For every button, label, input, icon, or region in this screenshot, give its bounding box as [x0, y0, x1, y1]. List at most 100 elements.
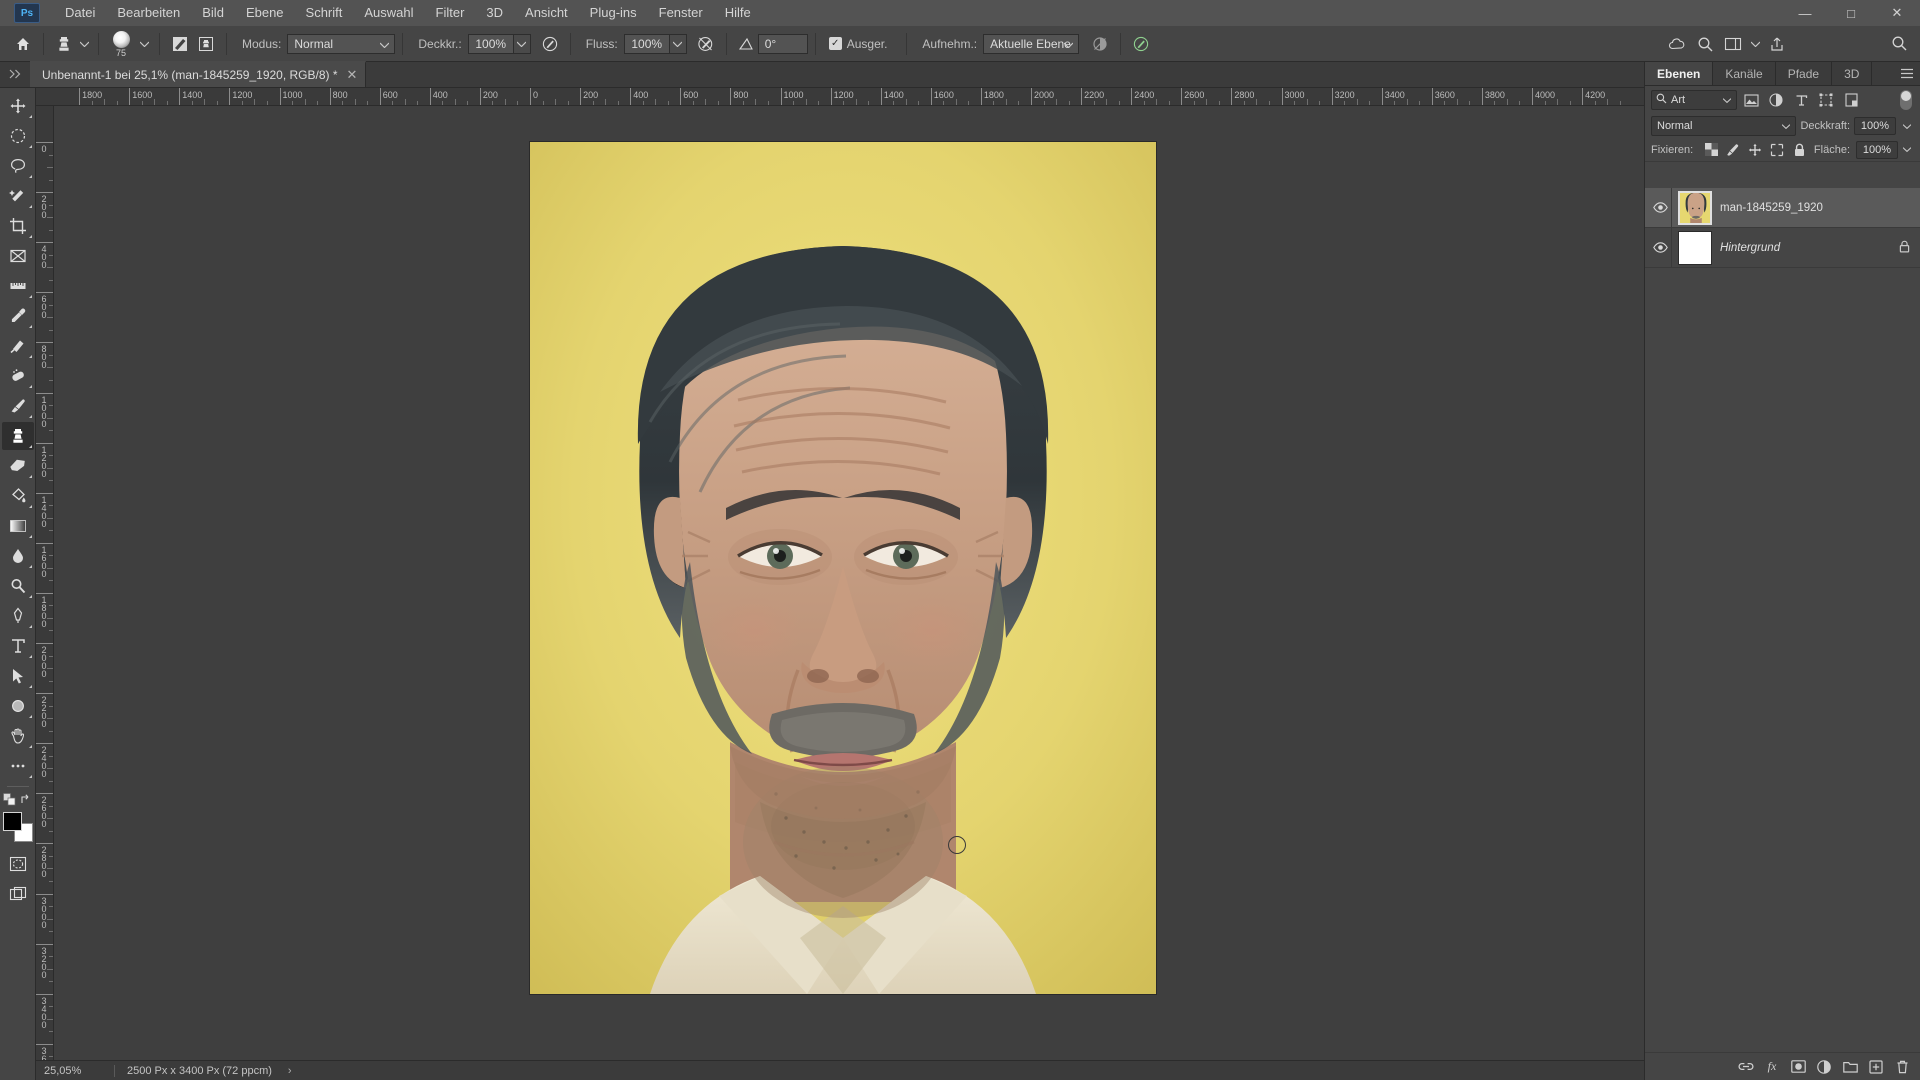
vertical-ruler[interactable]: 0 2 0 0 4 0 0 6 0 0 8 0 0 1 0 0 0 1 2 0 0 1 4 0…: [36, 106, 54, 1060]
pressure-opacity-icon[interactable]: [537, 31, 563, 57]
opacity-stepper[interactable]: [513, 33, 531, 54]
tool-pen[interactable]: [2, 602, 34, 630]
brush-preset-chevron-icon[interactable]: [136, 41, 152, 47]
tool-ruler[interactable]: [2, 272, 34, 300]
close-button[interactable]: ✕: [1874, 0, 1920, 26]
search-icon[interactable]: [1692, 31, 1718, 57]
tool-lasso[interactable]: [2, 152, 34, 180]
search-icon[interactable]: [1886, 31, 1912, 57]
filter-adjustment-icon[interactable]: [1765, 89, 1787, 111]
tool-shape[interactable]: [2, 692, 34, 720]
filter-enable-toggle[interactable]: [1900, 90, 1912, 110]
status-expand-icon[interactable]: ›: [272, 1065, 292, 1077]
tool-magic-wand[interactable]: [2, 182, 34, 210]
flow-input[interactable]: 100%: [623, 33, 670, 54]
layer-fill-stepper[interactable]: [1900, 147, 1914, 152]
tool-healing-brush[interactable]: [2, 332, 34, 360]
menu-schrift[interactable]: Schrift: [295, 0, 354, 26]
panel-menu-icon[interactable]: [1894, 62, 1920, 85]
delete-layer-icon[interactable]: [1890, 1055, 1914, 1079]
brush-panel-icon[interactable]: [167, 31, 193, 57]
tab-ebenen[interactable]: Ebenen: [1645, 62, 1714, 85]
quick-mask-icon[interactable]: [2, 850, 34, 878]
tool-paint-bucket[interactable]: [2, 482, 34, 510]
layer-opacity-stepper[interactable]: [1900, 123, 1914, 129]
pressure-size-icon[interactable]: [1128, 31, 1154, 57]
share-icon[interactable]: [1764, 31, 1790, 57]
mode-select[interactable]: Normal: [287, 33, 396, 54]
flow-stepper[interactable]: [669, 33, 687, 54]
layer-blend-mode-select[interactable]: Normal: [1651, 116, 1797, 136]
menu-filter[interactable]: Filter: [425, 0, 476, 26]
maximize-button[interactable]: □: [1828, 0, 1874, 26]
layer-row[interactable]: man-1845259_1920: [1645, 187, 1920, 228]
add-layer-mask-icon[interactable]: [1786, 1055, 1810, 1079]
tool-crop[interactable]: [2, 212, 34, 240]
default-colors-icon[interactable]: [2, 793, 16, 809]
menu-hilfe[interactable]: Hilfe: [714, 0, 762, 26]
layer-thumbnail[interactable]: [1678, 230, 1712, 265]
filter-shape-icon[interactable]: [1815, 89, 1837, 111]
menu-ansicht[interactable]: Ansicht: [514, 0, 579, 26]
tool-blur[interactable]: [2, 542, 34, 570]
tab-3d[interactable]: 3D: [1832, 62, 1873, 85]
tool-gradient[interactable]: [2, 512, 34, 540]
filter-smartobject-icon[interactable]: [1840, 89, 1862, 111]
ignore-adjustment-layers-icon[interactable]: [1087, 31, 1113, 57]
tool-dodge[interactable]: [2, 572, 34, 600]
cloud-icon[interactable]: [1664, 31, 1690, 57]
angle-icon[interactable]: [734, 37, 758, 51]
tool-frame[interactable]: [2, 242, 34, 270]
clone-stamp-icon[interactable]: [51, 31, 77, 57]
menu-3d[interactable]: 3D: [475, 0, 514, 26]
screen-mode-icon[interactable]: [2, 880, 34, 908]
tool-marquee[interactable]: [2, 122, 34, 150]
layer-fill-input[interactable]: 100%: [1856, 140, 1898, 159]
horizontal-ruler[interactable]: 1800 1600 1400 1200 1000 800 600 400 200 0 200 400 6…: [36, 88, 1644, 106]
filter-kind-select[interactable]: Art: [1651, 90, 1737, 110]
new-group-icon[interactable]: [1838, 1055, 1862, 1079]
tab-kanaele[interactable]: Kanäle: [1713, 62, 1776, 85]
layer-thumbnail[interactable]: [1678, 190, 1712, 225]
layer-opacity-input[interactable]: 100%: [1854, 117, 1896, 135]
document-tab[interactable]: Unbenannt-1 bei 25,1% (man-1845259_1920,…: [30, 61, 367, 87]
lock-artboard-nesting-icon[interactable]: [1767, 140, 1787, 160]
clone-source-panel-icon[interactable]: [193, 31, 219, 57]
tool-eraser[interactable]: [2, 452, 34, 480]
zoom-level[interactable]: 25,05%: [36, 1065, 114, 1077]
tab-pfade[interactable]: Pfade: [1775, 62, 1833, 85]
tool-brush[interactable]: [2, 392, 34, 420]
brush-preset-picker[interactable]: 75: [106, 29, 136, 59]
home-icon[interactable]: [10, 31, 36, 57]
angle-input[interactable]: 0°: [757, 33, 808, 54]
menu-datei[interactable]: Datei: [54, 0, 106, 26]
tool-preset-chevron-icon[interactable]: [77, 41, 91, 47]
lock-transparent-pixels-icon[interactable]: [1701, 140, 1721, 160]
swap-colors-icon[interactable]: [20, 793, 33, 809]
filter-pixel-icon[interactable]: [1740, 89, 1762, 111]
lock-image-pixels-icon[interactable]: [1723, 140, 1743, 160]
tool-move[interactable]: [2, 92, 34, 120]
layer-visibility-icon[interactable]: [1649, 188, 1671, 228]
tool-type[interactable]: [2, 632, 34, 660]
new-layer-icon[interactable]: [1864, 1055, 1888, 1079]
lock-position-icon[interactable]: [1745, 140, 1765, 160]
menu-fenster[interactable]: Fenster: [648, 0, 714, 26]
tool-hand[interactable]: [2, 722, 34, 750]
menu-plugins[interactable]: Plug-ins: [579, 0, 648, 26]
airbrush-icon[interactable]: [693, 31, 719, 57]
menu-bearbeiten[interactable]: Bearbeiten: [106, 0, 191, 26]
tool-more[interactable]: [2, 752, 34, 780]
workspace-icon[interactable]: [1720, 31, 1746, 57]
layer-row[interactable]: Hintergrund: [1645, 227, 1920, 268]
menu-ebene[interactable]: Ebene: [235, 0, 295, 26]
link-layers-icon[interactable]: [1734, 1055, 1758, 1079]
close-icon[interactable]: ✕: [347, 67, 358, 83]
tool-eyedropper[interactable]: [2, 302, 34, 330]
menu-auswahl[interactable]: Auswahl: [353, 0, 424, 26]
document-image[interactable]: [530, 142, 1156, 994]
opacity-input[interactable]: 100%: [467, 33, 514, 54]
tool-patch[interactable]: [2, 362, 34, 390]
foreground-color-swatch[interactable]: [2, 812, 22, 831]
new-fill-adjustment-layer-icon[interactable]: [1812, 1055, 1836, 1079]
